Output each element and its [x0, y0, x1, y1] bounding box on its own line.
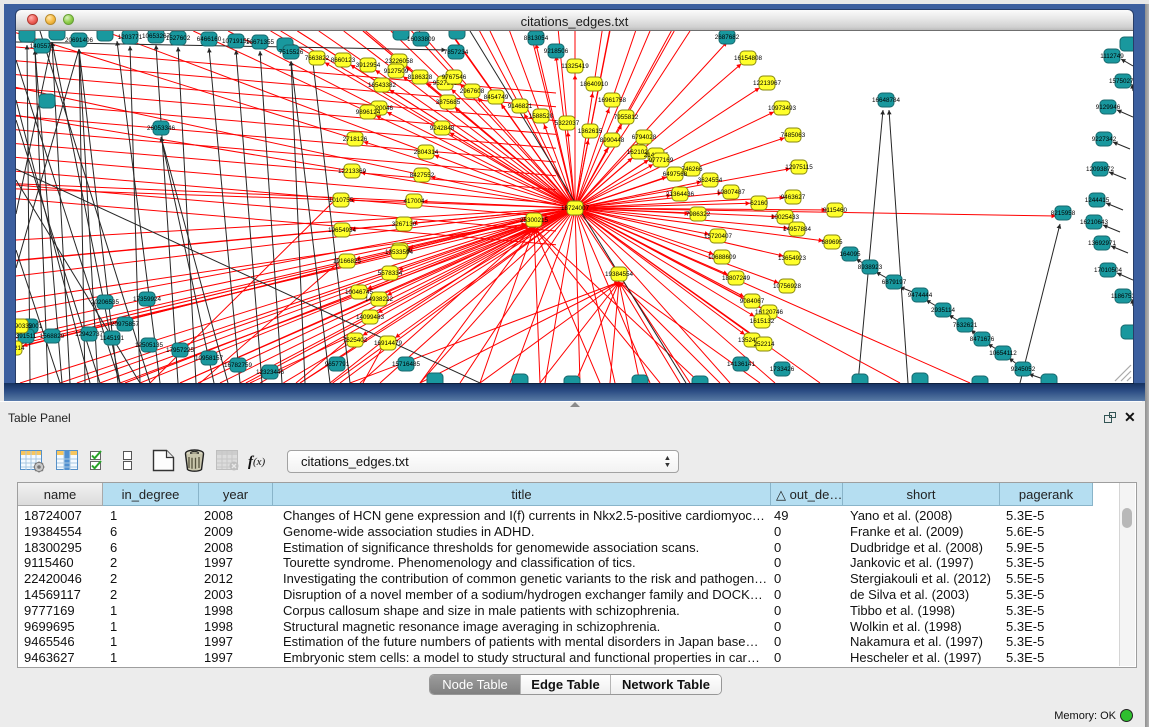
svg-text:(x): (x) [253, 456, 266, 468]
